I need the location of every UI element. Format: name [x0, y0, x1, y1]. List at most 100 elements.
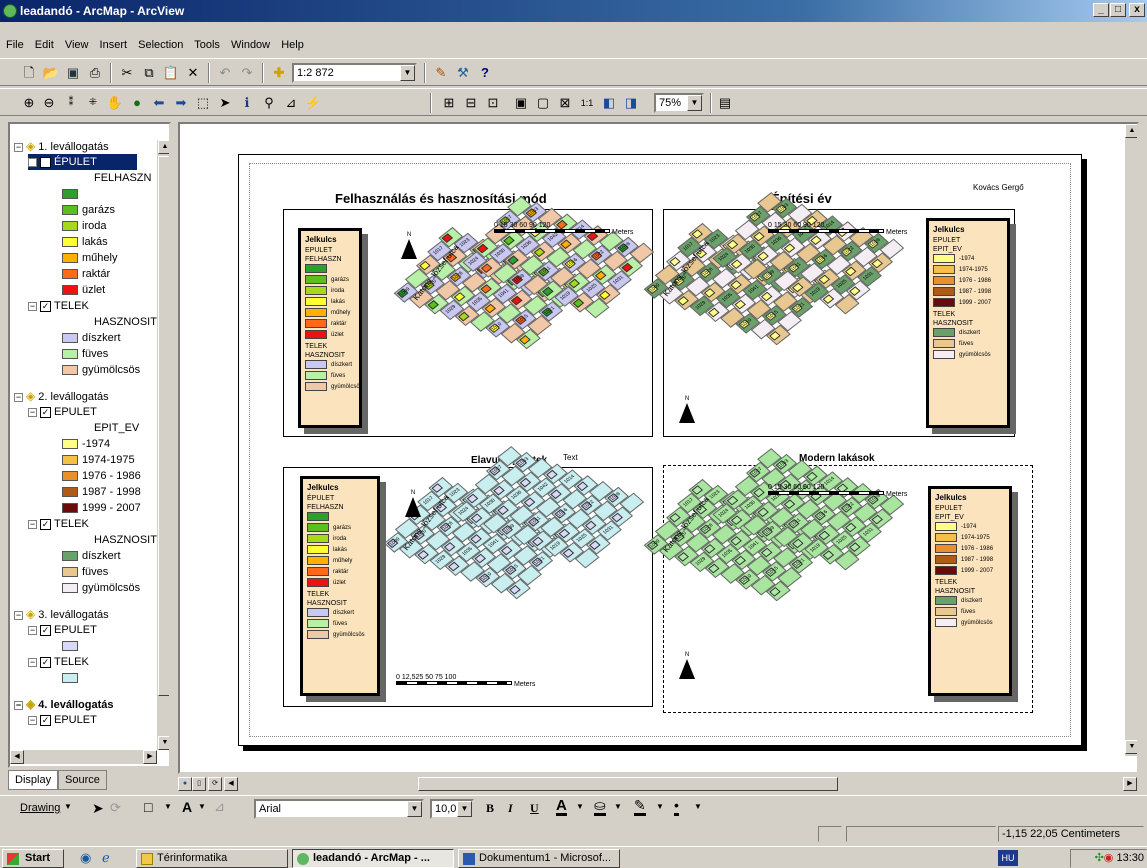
zoom-1-1-icon[interactable]: 1:1	[578, 94, 596, 112]
copy-icon[interactable]: ⧉	[140, 64, 158, 82]
menu-window[interactable]: Window	[231, 39, 270, 51]
scale-bar[interactable]: 0 12,525 50 75 100 Meters	[396, 674, 535, 688]
north-arrow[interactable]: N	[678, 652, 696, 679]
menu-edit[interactable]: Edit	[35, 39, 54, 51]
toc-layer-1-1[interactable]: − ✓ ÉPULET	[28, 154, 137, 170]
toc-layer-1-2[interactable]: − ✓ TELEK	[28, 298, 89, 314]
chevron-down-icon[interactable]: ▼	[576, 802, 584, 811]
menu-view[interactable]: View	[65, 39, 89, 51]
fixed-zoom-in-icon[interactable]: ⁑	[62, 94, 80, 112]
collapse-icon[interactable]: −	[28, 301, 37, 311]
zoom-in-icon[interactable]: ⊕	[20, 94, 38, 112]
chevron-down-icon[interactable]: ▼	[656, 802, 664, 811]
bold-button[interactable]: B	[486, 801, 494, 816]
new-icon[interactable]: 🗋	[20, 64, 38, 82]
zoom-100-icon[interactable]: ⊠	[556, 94, 574, 112]
rotate-icon[interactable]: ⟳	[110, 800, 121, 816]
drawing-menu[interactable]: Drawing	[20, 802, 60, 814]
layout-pan-icon[interactable]: ⊡	[484, 94, 502, 112]
redo-icon[interactable]: ↷	[238, 64, 256, 82]
toc-layer-3-2[interactable]: − ✓ TELEK	[28, 654, 89, 670]
north-arrow[interactable]: N	[678, 396, 696, 423]
menu-tools[interactable]: Tools	[194, 39, 220, 51]
tray-icon[interactable]: ✣	[1095, 852, 1104, 864]
layout-scrollbar[interactable]: ▲ ▼	[1125, 124, 1137, 756]
select-features-icon[interactable]: ⬚	[194, 94, 212, 112]
layout-zoom-in-icon[interactable]: ⊞	[440, 94, 458, 112]
layer-checkbox[interactable]: ✓	[40, 624, 51, 636]
toc-group-2[interactable]: − ◈ 2. levállogatás	[14, 388, 109, 404]
layout-page[interactable]: Kovács Gergő Felhasználás és hasznosítás…	[238, 154, 1082, 746]
tab-source[interactable]: Source	[58, 770, 107, 790]
chevron-down-icon[interactable]: ▼	[687, 95, 702, 111]
scroll-down-icon[interactable]: ▼	[1125, 740, 1137, 754]
scroll-left-icon[interactable]: ◀	[224, 777, 238, 791]
collapse-icon[interactable]: −	[28, 715, 37, 725]
menu-help[interactable]: Help	[281, 39, 304, 51]
select-elements-icon[interactable]: ➤	[92, 800, 104, 817]
scale-bar[interactable]: 0 15 30 60 90 120 Meters	[494, 222, 633, 236]
layout-zoom-out-icon[interactable]: ⊟	[462, 94, 480, 112]
layer-checkbox[interactable]: ✓	[40, 406, 51, 418]
task-arcmap[interactable]: leadandó - ArcMap - ...	[292, 849, 454, 868]
toc-layer-3-1[interactable]: − ✓ EPULET	[28, 622, 97, 638]
quicklaunch-icon[interactable]: ◉	[80, 850, 91, 866]
toc-layer-2-1[interactable]: − ✓ EPULET	[28, 404, 97, 420]
toc-group-1[interactable]: − ◈ 1. levállogatás	[14, 138, 109, 154]
hyperlink-icon[interactable]: ⚡	[304, 94, 322, 112]
toc-scrollbar[interactable]: ▲ ▼	[157, 140, 169, 750]
editor-icon[interactable]: ✎	[432, 64, 450, 82]
chevron-down-icon[interactable]: ▼	[457, 801, 472, 817]
layer-checkbox[interactable]: ✓	[40, 518, 51, 530]
scroll-thumb[interactable]	[418, 777, 838, 791]
collapse-icon[interactable]: −	[14, 142, 23, 152]
layer-checkbox[interactable]: ✓	[40, 300, 51, 312]
font-color-icon[interactable]: A	[556, 798, 567, 816]
toc-layer-2-2[interactable]: − ✓ TELEK	[28, 516, 89, 532]
toggle-draft-icon[interactable]: ▤	[716, 94, 734, 112]
legend[interactable]: Jelkulcs EPULET FELHASZN garázs iroda lakás…	[298, 228, 362, 428]
tray-alert-icon[interactable]: ◉	[1104, 852, 1114, 864]
legend[interactable]: Jelkulcs EPULET EPIT_EV -1974 1974-1975 197…	[926, 218, 1010, 428]
page-back-icon[interactable]: ◧	[600, 94, 618, 112]
undo-icon[interactable]: ↶	[216, 64, 234, 82]
fill-color-icon[interactable]: ⛀	[594, 798, 606, 816]
collapse-icon[interactable]: −	[28, 157, 37, 167]
toc-group-3[interactable]: − ◈ 3. levállogatás	[14, 606, 109, 622]
zoom-out-icon[interactable]: ⊖	[40, 94, 58, 112]
collapse-icon[interactable]: −	[14, 610, 23, 620]
scroll-right-icon[interactable]: ▶	[143, 750, 157, 764]
menu-insert[interactable]: Insert	[100, 39, 128, 51]
task-terinformatika[interactable]: Térinformatika	[136, 849, 288, 868]
start-button[interactable]: Start	[2, 849, 64, 868]
delete-icon[interactable]: ✕	[184, 64, 202, 82]
toc-group-4[interactable]: − ◈ 4. levállogatás	[14, 696, 114, 712]
measure-icon[interactable]: ⊿	[282, 94, 300, 112]
font-size-combo[interactable]: 10,0 ▼	[430, 799, 474, 819]
print-icon[interactable]: ⎙	[86, 64, 104, 82]
paste-icon[interactable]: 📋	[162, 64, 180, 82]
data-frame-2[interactable]: 1009101710201023102610291032103510381041…	[643, 192, 1015, 437]
zoom-combo[interactable]: 75% ▼	[654, 93, 704, 113]
arctoolbox-icon[interactable]: ⚒	[454, 64, 472, 82]
scroll-right-icon[interactable]: ▶	[1123, 777, 1137, 791]
save-icon[interactable]: ▣	[64, 64, 82, 82]
open-icon[interactable]: 📂	[42, 64, 60, 82]
find-icon[interactable]: ⚲	[260, 94, 278, 112]
collapse-icon[interactable]: −	[28, 625, 37, 635]
legend[interactable]: Jelkulcs EPULET EPIT_EV -1974 1974-1975 197…	[928, 486, 1012, 696]
scale-bar[interactable]: 0 15 30 60 90 120 Meters	[768, 484, 907, 498]
refresh-icon[interactable]: ⟳	[208, 777, 222, 791]
collapse-icon[interactable]: −	[28, 407, 37, 417]
menu-selection[interactable]: Selection	[138, 39, 183, 51]
task-word[interactable]: Dokumentum1 - Microsof...	[458, 849, 620, 868]
layer-checkbox[interactable]: ✓	[40, 714, 51, 726]
legend[interactable]: Jelkulcs ÉPULET FELHASZN garázs iroda lakás…	[300, 476, 380, 696]
zoom-whole-page-icon[interactable]: ▣	[512, 94, 530, 112]
tab-display[interactable]: Display	[8, 770, 59, 790]
whats-this-icon[interactable]: ?	[476, 64, 494, 82]
scroll-up-icon[interactable]: ▲	[158, 140, 169, 154]
full-extent-icon[interactable]: ●	[128, 94, 146, 112]
toc-layer-4-1[interactable]: − ✓ EPULET	[28, 712, 97, 728]
data-frame-3[interactable]: 1009101710201023102610291032103510381041…	[283, 446, 653, 707]
